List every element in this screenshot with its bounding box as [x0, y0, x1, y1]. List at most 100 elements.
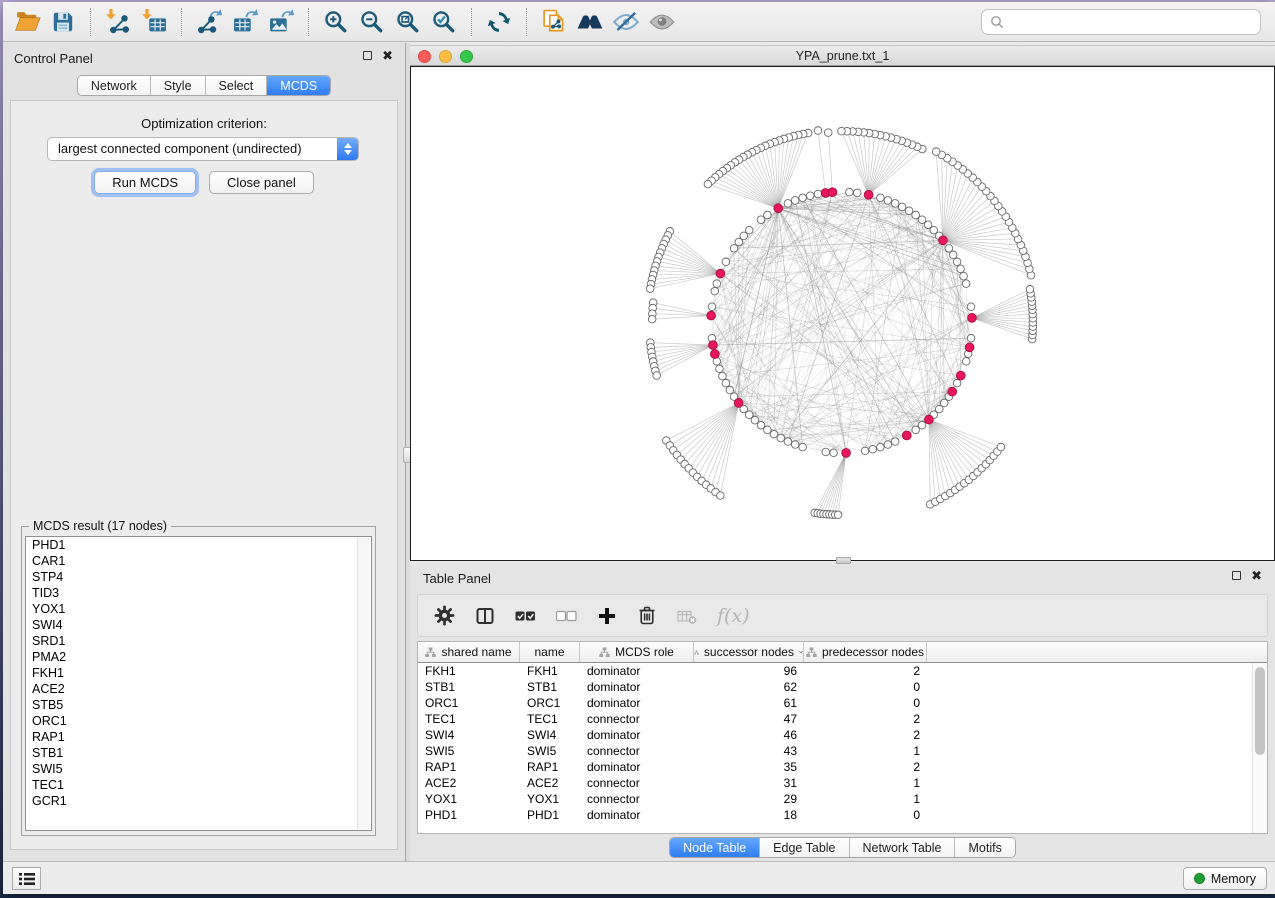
- mcds-result-item[interactable]: FKH1: [26, 665, 371, 681]
- cell-predecessor-nodes[interactable]: 0: [804, 808, 927, 822]
- cell-predecessor-nodes[interactable]: 2: [804, 664, 927, 678]
- close-panel-icon[interactable]: ✖: [1251, 571, 1262, 580]
- network-node[interactable]: [953, 258, 961, 266]
- cell-name[interactable]: SWI5: [520, 744, 580, 758]
- cell-shared-name[interactable]: YOX1: [418, 792, 520, 806]
- network-node[interactable]: [757, 216, 765, 224]
- table-row[interactable]: ORC1ORC1dominator610: [418, 695, 1267, 711]
- save-session-button[interactable]: [45, 5, 81, 39]
- column-header-successor-nodes[interactable]: successor nodes: [694, 642, 804, 662]
- cell-name[interactable]: YOX1: [520, 792, 580, 806]
- network-node[interactable]: [784, 438, 792, 446]
- table-tab-edge-table[interactable]: Edge Table: [760, 838, 849, 857]
- network-hub-node[interactable]: [707, 311, 716, 320]
- zoom-selected-button[interactable]: [426, 5, 462, 39]
- cell-mcds-role[interactable]: connector: [580, 776, 694, 790]
- export-network-button[interactable]: [191, 5, 227, 39]
- network-node[interactable]: [791, 441, 799, 449]
- network-canvas[interactable]: [410, 66, 1275, 561]
- cell-name[interactable]: ACE2: [520, 776, 580, 790]
- zoom-fit-button[interactable]: [390, 5, 426, 39]
- network-node[interactable]: [932, 148, 940, 156]
- network-hub-node[interactable]: [710, 350, 719, 359]
- first-neighbors-button[interactable]: [572, 5, 608, 39]
- table-row[interactable]: YOX1YOX1connector291: [418, 791, 1267, 807]
- network-node[interactable]: [877, 443, 885, 451]
- network-node[interactable]: [957, 265, 965, 273]
- cell-name[interactable]: TEC1: [520, 712, 580, 726]
- network-hub-node[interactable]: [902, 431, 911, 440]
- cell-shared-name[interactable]: STB1: [418, 680, 520, 694]
- network-node[interactable]: [967, 334, 975, 342]
- mcds-result-item[interactable]: PHD1: [26, 537, 371, 553]
- network-node[interactable]: [997, 443, 1005, 451]
- network-hub-node[interactable]: [948, 387, 957, 396]
- select-all-rows-button[interactable]: [515, 602, 536, 630]
- mcds-result-item[interactable]: RAP1: [26, 729, 371, 745]
- mcds-result-item[interactable]: SRD1: [26, 633, 371, 649]
- cell-predecessor-nodes[interactable]: 2: [804, 712, 927, 726]
- cell-name[interactable]: FKH1: [520, 664, 580, 678]
- column-header-predecessor-nodes[interactable]: predecessor nodes: [804, 642, 927, 662]
- network-node[interactable]: [945, 245, 953, 253]
- network-hub-node[interactable]: [709, 341, 718, 350]
- mcds-result-item[interactable]: STB5: [26, 697, 371, 713]
- network-node[interactable]: [722, 379, 730, 387]
- network-node[interactable]: [918, 216, 926, 224]
- network-node[interactable]: [877, 194, 885, 202]
- criterion-select[interactable]: largest connected component (undirected): [47, 137, 359, 161]
- network-node[interactable]: [716, 365, 724, 373]
- cell-successor-nodes[interactable]: 62: [694, 680, 804, 694]
- cell-mcds-role[interactable]: dominator: [580, 680, 694, 694]
- network-graph[interactable]: [411, 67, 1274, 560]
- import-table-button[interactable]: [136, 5, 172, 39]
- show-panels-list-button[interactable]: [12, 867, 41, 890]
- network-hub-node[interactable]: [965, 343, 974, 352]
- network-hub-node[interactable]: [956, 371, 965, 380]
- cell-mcds-role[interactable]: dominator: [580, 760, 694, 774]
- network-node[interactable]: [648, 315, 656, 323]
- network-node[interactable]: [784, 200, 792, 208]
- cell-predecessor-nodes[interactable]: 1: [804, 776, 927, 790]
- import-network-button[interactable]: [100, 5, 136, 39]
- cell-successor-nodes[interactable]: 35: [694, 760, 804, 774]
- add-column-button[interactable]: [597, 602, 617, 630]
- cell-mcds-role[interactable]: dominator: [580, 728, 694, 742]
- list-scrollbar-track[interactable]: [357, 538, 370, 829]
- refresh-view-button[interactable]: [481, 5, 517, 39]
- cell-successor-nodes[interactable]: 61: [694, 696, 804, 710]
- column-header-name[interactable]: name: [520, 642, 580, 662]
- cell-name[interactable]: STB1: [520, 680, 580, 694]
- network-node[interactable]: [912, 426, 920, 434]
- cell-shared-name[interactable]: FKH1: [418, 664, 520, 678]
- table-row[interactable]: RAP1RAP1dominator352: [418, 759, 1267, 775]
- network-node[interactable]: [711, 287, 719, 295]
- mcds-result-item[interactable]: PMA2: [26, 649, 371, 665]
- cell-name[interactable]: SWI4: [520, 728, 580, 742]
- open-session-button[interactable]: [9, 5, 45, 39]
- mcds-result-item[interactable]: STB1: [26, 745, 371, 761]
- cell-successor-nodes[interactable]: 31: [694, 776, 804, 790]
- network-node[interactable]: [717, 492, 725, 500]
- cell-predecessor-nodes[interactable]: 2: [804, 728, 927, 742]
- network-node[interactable]: [719, 372, 727, 380]
- network-node[interactable]: [764, 426, 772, 434]
- network-node[interactable]: [822, 448, 830, 456]
- network-node[interactable]: [777, 434, 785, 442]
- cell-successor-nodes[interactable]: 29: [694, 792, 804, 806]
- network-node[interactable]: [905, 207, 913, 215]
- export-image-button[interactable]: [263, 5, 299, 39]
- cell-successor-nodes[interactable]: 18: [694, 808, 804, 822]
- cell-shared-name[interactable]: PHD1: [418, 808, 520, 822]
- float-panel-icon[interactable]: [1232, 571, 1241, 580]
- network-node[interactable]: [806, 192, 814, 200]
- cell-predecessor-nodes[interactable]: 0: [804, 680, 927, 694]
- cell-shared-name[interactable]: ACE2: [418, 776, 520, 790]
- cell-mcds-role[interactable]: dominator: [580, 808, 694, 822]
- network-node[interactable]: [791, 197, 799, 205]
- memory-button[interactable]: Memory: [1183, 867, 1267, 890]
- table-tab-motifs[interactable]: Motifs: [955, 838, 1014, 857]
- search-input[interactable]: [1009, 12, 1260, 32]
- run-mcds-button[interactable]: Run MCDS: [94, 171, 196, 194]
- network-node[interactable]: [1026, 285, 1034, 293]
